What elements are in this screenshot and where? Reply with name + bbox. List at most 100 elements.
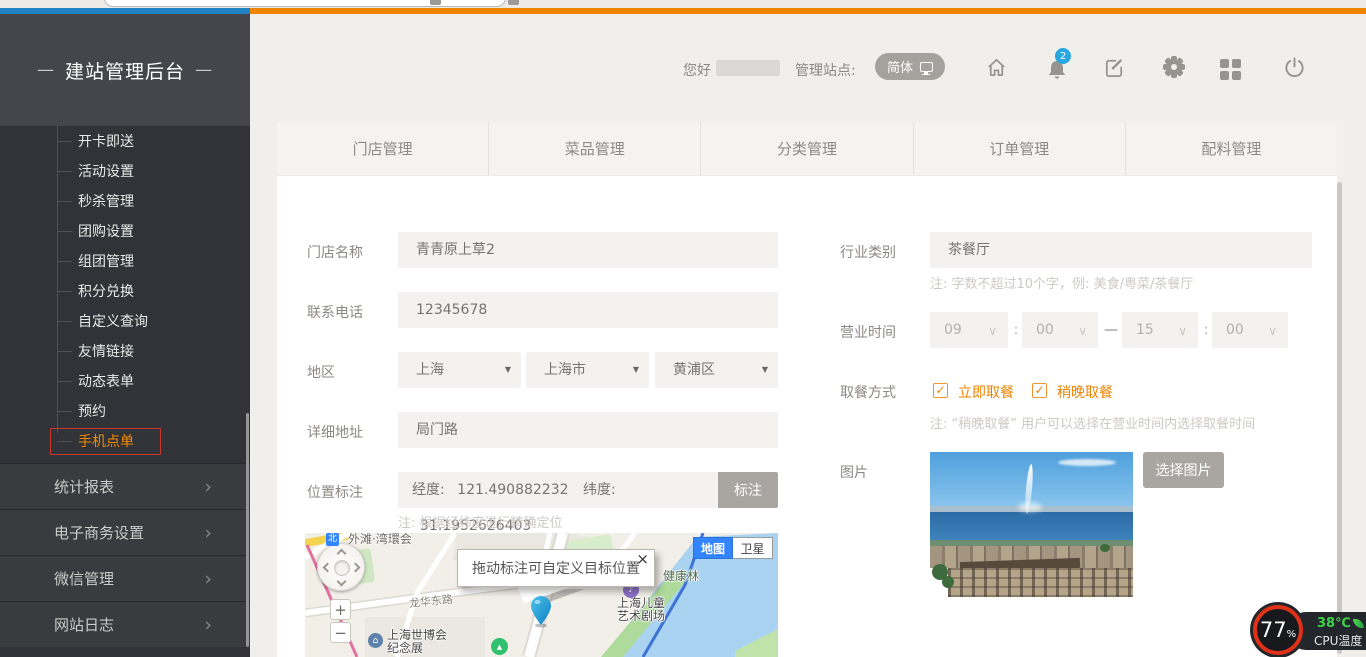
sidebar-item[interactable]: 组团管理 <box>0 246 250 276</box>
sidebar-item[interactable]: 开卡即送 <box>0 126 250 156</box>
tab-category-management[interactable]: 分类管理 <box>701 122 913 175</box>
chevron-right-icon: › <box>204 476 212 498</box>
sidebar-section-item[interactable]: 电子商务设置 › <box>0 509 250 555</box>
pickup-now-label[interactable]: 立即取餐 <box>958 382 1014 402</box>
sidebar-section-item[interactable]: 微信管理 › <box>0 555 250 601</box>
sidebar-item[interactable]: 友情链接 <box>0 336 250 366</box>
user-name-redacted <box>716 60 780 76</box>
phone-input[interactable]: 12345678 <box>398 292 778 328</box>
address-bar-fragment[interactable] <box>104 0 506 7</box>
map-type-satellite-button[interactable]: 卫星 <box>733 537 773 559</box>
open-minute-value: 00 <box>1036 322 1054 338</box>
content-card: 门店管理 菜品管理 分类管理 订单管理 配料管理 门店名称 青青原上草2 联系电… <box>277 122 1337 657</box>
map-type-map-button[interactable]: 地图 <box>693 537 733 559</box>
close-hour-value: 15 <box>1136 322 1154 338</box>
compass-up-arrow[interactable] <box>337 549 347 559</box>
open-hour-select[interactable]: 09 ∨ <box>930 312 1008 348</box>
map-label-expo-line2: 纪念展 <box>387 641 423 655</box>
sidebar-item-label: 团购设置 <box>78 221 134 241</box>
callout-text: 拖动标注可自定义目标位置 <box>472 558 640 578</box>
sidebar-item[interactable]: 动态表单 <box>0 366 250 396</box>
city-select[interactable]: 上海市 ▼ <box>526 352 649 388</box>
select-image-button[interactable]: 选择图片 <box>1143 452 1224 488</box>
content-scrollbar[interactable] <box>1337 182 1342 654</box>
select-arrow-icon: ▼ <box>633 352 639 388</box>
city-value: 上海市 <box>544 362 586 378</box>
sidebar-item[interactable]: 团购设置 <box>0 216 250 246</box>
callout-close-icon[interactable]: × <box>636 550 649 568</box>
tab-label: 菜品管理 <box>565 138 625 159</box>
power-icon[interactable] <box>1283 56 1306 83</box>
longitude-value: 121.490882232 <box>457 482 568 498</box>
district-select[interactable]: 黄浦区 ▼ <box>655 352 778 388</box>
map-label-bund: 外滩·湾環会 <box>348 533 412 546</box>
industry-input[interactable]: 茶餐厅 <box>930 232 1312 268</box>
compass-down-arrow[interactable] <box>337 577 347 587</box>
home-icon[interactable] <box>985 56 1008 83</box>
map-label-park: 健康林 <box>663 570 699 583</box>
title-dash: — <box>195 60 213 80</box>
province-select[interactable]: 上海 ▼ <box>398 352 521 388</box>
time-colon: : <box>1200 312 1212 348</box>
chevron-down-icon: ∨ <box>1078 313 1087 349</box>
sidebar-section-item[interactable]: 网站日志 › <box>0 601 250 647</box>
sidebar-section-item[interactable]: 统计报表 › <box>0 463 250 509</box>
mark-location-button[interactable]: 标注 <box>718 472 778 508</box>
apps-grid-icon[interactable] <box>1220 59 1241 80</box>
gear-icon[interactable] <box>1163 56 1185 78</box>
browser-strip <box>0 0 1366 8</box>
select-arrow-icon: ▼ <box>762 352 768 388</box>
phone-value: 12345678 <box>416 302 487 318</box>
map-zoom-in-button[interactable]: + <box>330 599 351 620</box>
location-input[interactable]: 经度: 121.490882232 纬度: 31.1952626403 <box>398 472 718 508</box>
tab-label: 门店管理 <box>353 138 413 159</box>
address-input[interactable]: 局门路 <box>398 412 778 448</box>
chevron-right-icon: › <box>204 614 212 636</box>
sidebar-item[interactable]: 自定义查询 <box>0 306 250 336</box>
map-zoom-out-button[interactable]: − <box>330 622 351 643</box>
cpu-usage-gauge[interactable]: 77 % <box>1253 605 1303 655</box>
chevron-down-icon: ∨ <box>1178 313 1187 349</box>
title-text: 建站管理后台 <box>65 57 185 84</box>
sidebar-item[interactable]: 积分兑换 <box>0 276 250 306</box>
close-minute-value: 00 <box>1226 322 1244 338</box>
compass-knob[interactable] <box>334 560 350 576</box>
map-compass[interactable] <box>317 543 365 591</box>
pickup-now-checkbox[interactable]: ✓ <box>933 383 948 398</box>
section-label: 微信管理 <box>54 568 114 589</box>
monitor-icon <box>920 62 933 72</box>
edit-icon[interactable] <box>1103 56 1126 83</box>
compass-left-arrow[interactable] <box>323 563 333 573</box>
close-minute-select[interactable]: 00 ∨ <box>1212 312 1288 348</box>
pickup-later-checkbox[interactable]: ✓ <box>1032 383 1047 398</box>
pickup-later-label[interactable]: 稍晚取餐 <box>1057 382 1113 402</box>
open-minute-select[interactable]: 00 ∨ <box>1022 312 1098 348</box>
sidebar-item[interactable]: 预约 <box>0 396 250 426</box>
compass-right-arrow[interactable] <box>351 563 361 573</box>
cpu-temp-value: 38℃ <box>1317 616 1351 631</box>
close-hour-select[interactable]: 15 ∨ <box>1122 312 1198 348</box>
chevron-right-icon: › <box>204 568 212 590</box>
sidebar-item[interactable]: 秒杀管理 <box>0 186 250 216</box>
browser-icon-fragment <box>430 0 441 5</box>
language-pill-button[interactable]: 简体 <box>875 53 945 80</box>
sidebar-item[interactable]: 活动设置 <box>0 156 250 186</box>
store-name-label: 门店名称 <box>307 242 363 262</box>
store-photo-preview <box>930 452 1133 597</box>
tab-ingredient-management[interactable]: 配料管理 <box>1126 122 1337 175</box>
tab-store-management[interactable]: 门店管理 <box>277 122 489 175</box>
pickup-label: 取餐方式 <box>840 382 896 402</box>
title-dash: — <box>37 60 55 80</box>
sidebar-item-active[interactable]: 手机点单 <box>0 426 250 456</box>
tab-dish-management[interactable]: 菜品管理 <box>489 122 701 175</box>
sidebar-scrollbar[interactable] <box>246 413 249 647</box>
map-pin[interactable] <box>530 595 552 632</box>
address-value: 局门路 <box>416 422 458 438</box>
tab-order-management[interactable]: 订单管理 <box>914 122 1126 175</box>
hours-label: 营业时间 <box>840 322 896 342</box>
tab-bar: 门店管理 菜品管理 分类管理 订单管理 配料管理 <box>277 122 1337 176</box>
sidebar-submenu: 开卡即送 活动设置 秒杀管理 团购设置 组团管理 积分兑换 自定义查询 友情链接… <box>0 126 250 456</box>
check-icon: ✓ <box>1034 383 1044 397</box>
store-name-input[interactable]: 青青原上草2 <box>398 232 778 268</box>
map-canvas[interactable]: 外滩·湾環会 龙华东路 健康林 上海儿童 艺术剧场 上海世博会 纪念展 ♪ ▲ … <box>305 533 778 657</box>
